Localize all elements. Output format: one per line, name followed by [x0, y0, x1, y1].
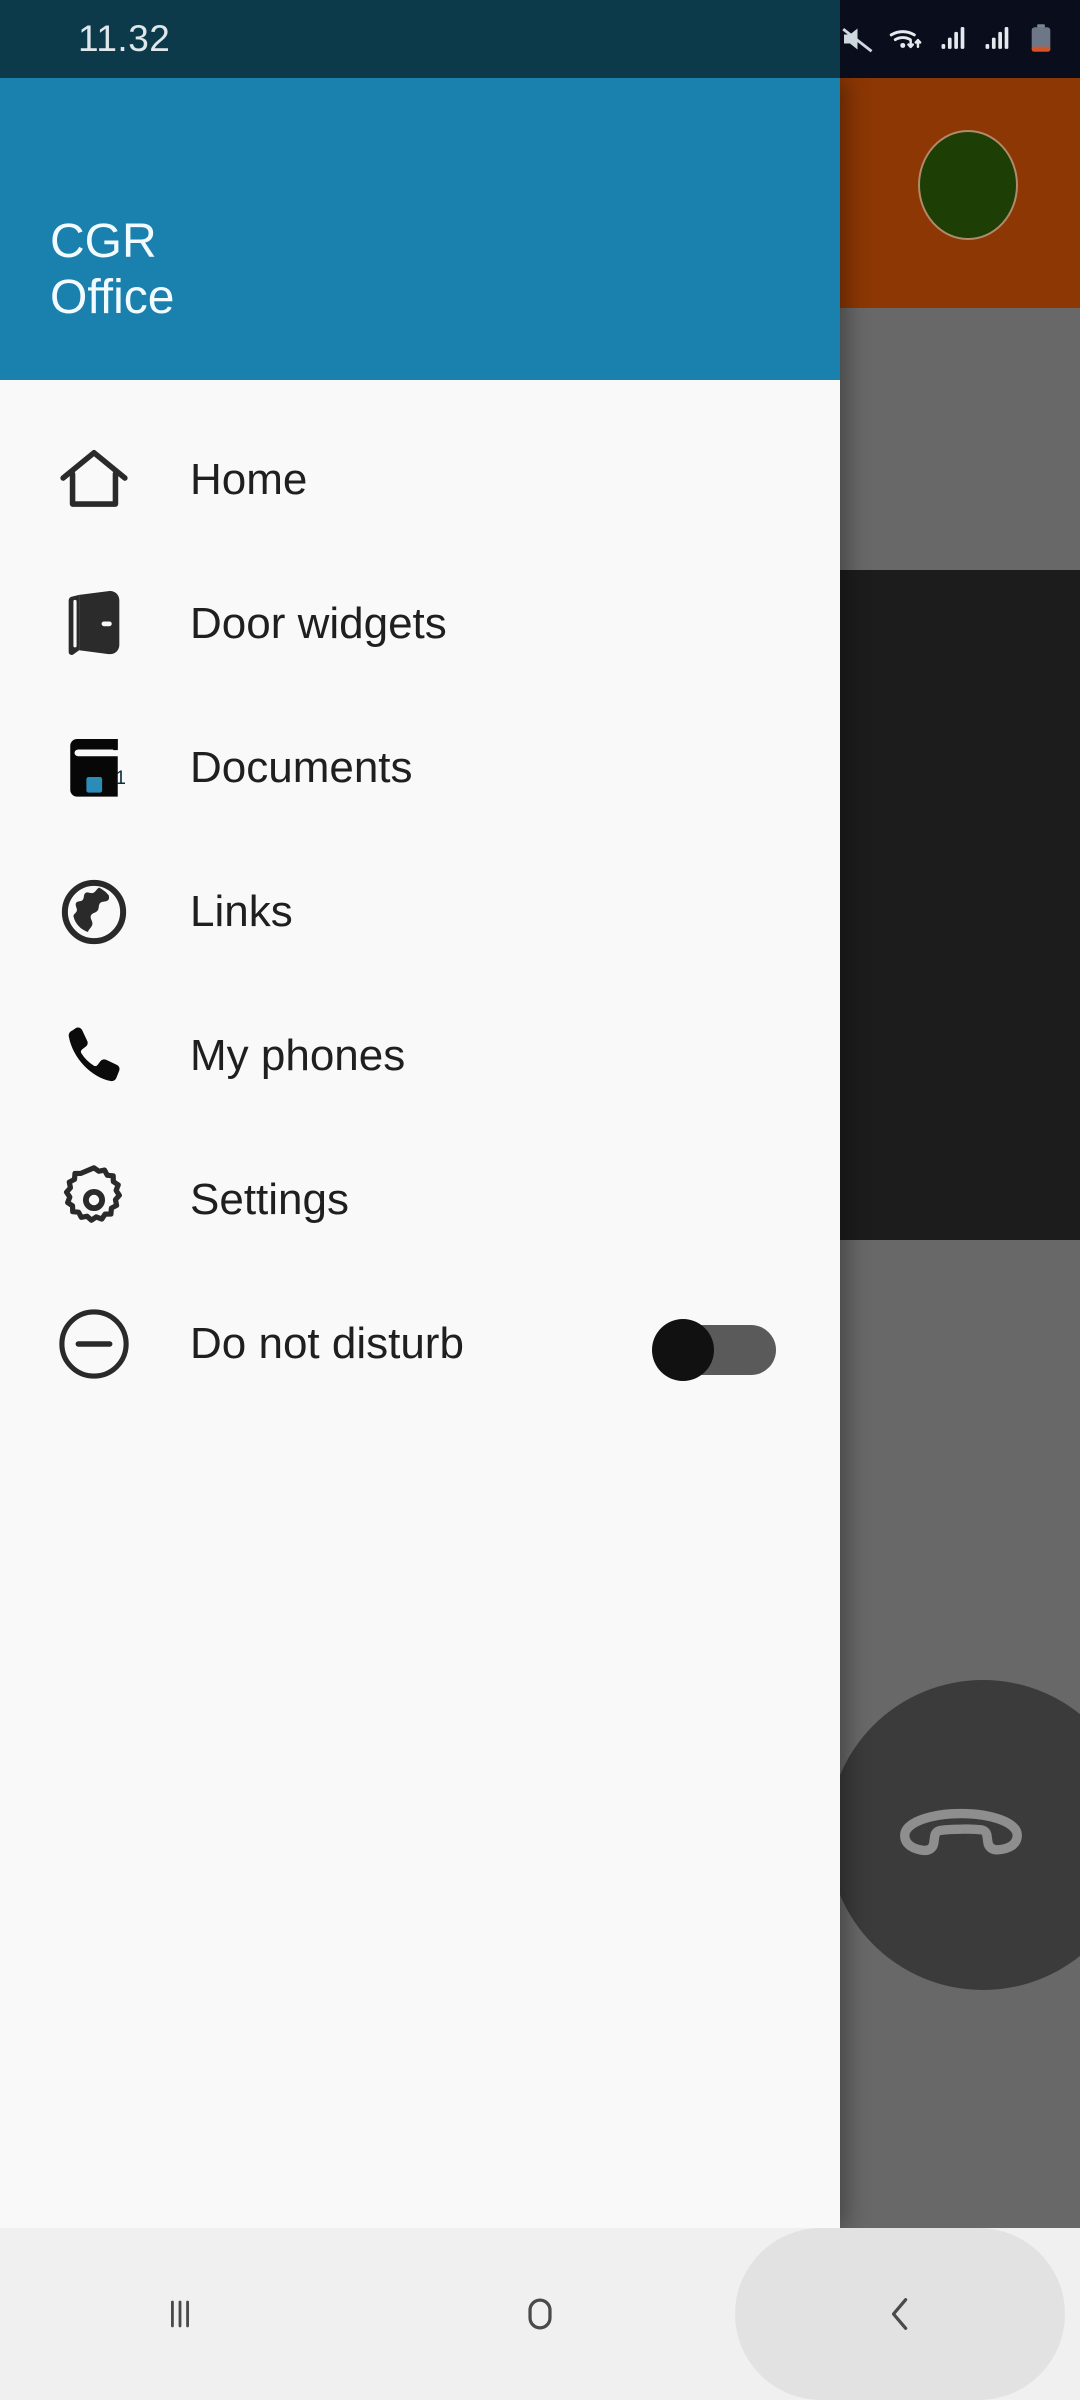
sidebar-item-home[interactable]: Home	[0, 408, 840, 552]
recents-button[interactable]	[0, 2228, 360, 2400]
phone-icon-wrap	[46, 1020, 142, 1092]
sidebar-item-label: Home	[190, 455, 308, 504]
documents-badge	[86, 776, 103, 793]
sidebar-item-documents[interactable]: 1 Documents	[0, 696, 840, 840]
door-icon-wrap	[46, 586, 142, 662]
toggle-thumb	[652, 1319, 714, 1381]
do-not-disturb-icon-wrap	[46, 1303, 142, 1385]
home-icon-wrap	[46, 441, 142, 519]
home-icon	[60, 449, 128, 507]
status-bar: 11.32	[0, 0, 1080, 78]
sidebar-item-settings[interactable]: Settings	[0, 1128, 840, 1272]
sidebar-item-label: Links	[190, 887, 293, 936]
sidebar-item-label: My phones	[190, 1031, 406, 1080]
back-chevron-icon	[891, 2298, 908, 2330]
book-icon-wrap: 1	[46, 731, 142, 805]
navigation-drawer: CGR Office Home Door widgets 1 Documents…	[0, 78, 840, 2228]
signal-sim1-icon	[941, 26, 965, 49]
do-not-disturb-icon	[59, 1309, 129, 1379]
volume-off-icon	[842, 27, 873, 53]
do-not-disturb-toggle[interactable]	[652, 1319, 776, 1381]
back-button[interactable]	[720, 2228, 1080, 2400]
sidebar-item-label: Documents	[190, 743, 413, 792]
home-button[interactable]	[360, 2228, 720, 2400]
sidebar-item-label: Settings	[190, 1175, 349, 1224]
drawer-title: CGR Office	[50, 214, 175, 324]
signal-sim2-icon	[985, 26, 1009, 49]
sidebar-item-door-widgets[interactable]: Door widgets	[0, 552, 840, 696]
android-nav-bar	[0, 2228, 1080, 2400]
gear-icon	[63, 1165, 122, 1223]
battery-low-icon	[1031, 24, 1051, 52]
phone-icon	[68, 1027, 120, 1082]
status-bar-clock: 11.32	[78, 18, 171, 59]
background-avatar	[918, 130, 1018, 240]
documents-badge-count: 1	[115, 768, 126, 789]
sidebar-item-label: Door widgets	[190, 599, 447, 648]
sidebar-item-label: Do not disturb	[190, 1319, 464, 1368]
sidebar-item-my-phones[interactable]: My phones	[0, 984, 840, 1128]
door-icon	[68, 590, 120, 655]
drawer-menu: Home Door widgets 1 Documents Links My p…	[0, 380, 840, 2228]
sidebar-item-links[interactable]: Links	[0, 840, 840, 984]
wifi-icon	[889, 30, 922, 49]
sidebar-item-do-not-disturb[interactable]: Do not disturb	[0, 1272, 840, 1416]
drawer-header: CGR Office	[0, 78, 840, 380]
status-bar-icons	[838, 0, 1054, 78]
home-square-icon	[528, 2298, 552, 2330]
gear-icon-wrap	[46, 1161, 142, 1239]
recents-icon	[171, 2300, 189, 2328]
globe-icon	[61, 879, 127, 945]
phone-handset-icon	[900, 1808, 1022, 1856]
globe-icon-wrap	[46, 874, 142, 950]
